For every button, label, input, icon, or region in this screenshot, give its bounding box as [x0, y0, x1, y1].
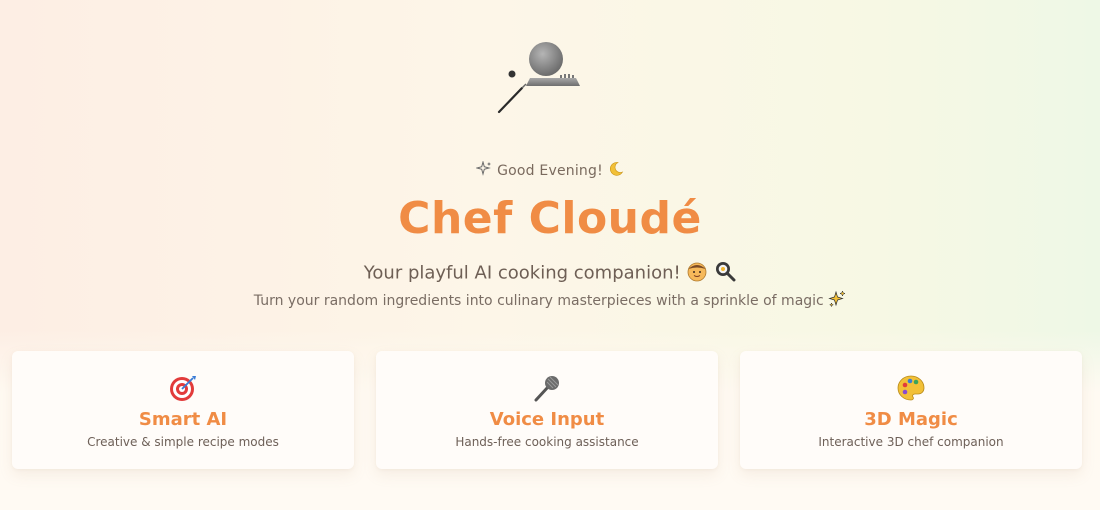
chef-face-icon [686, 260, 708, 287]
chef-3d-icon[interactable] [494, 36, 590, 118]
target-icon [12, 373, 354, 401]
frying-pan-icon [714, 260, 736, 287]
palette-icon [740, 373, 1082, 401]
tagline: Turn your random ingredients into culina… [0, 290, 1100, 312]
sparkles-icon [828, 290, 846, 312]
feature-title: Smart AI [138, 409, 228, 430]
feature-title: Voice Input [489, 409, 605, 430]
microphone-icon [376, 373, 718, 402]
greeting: Good Evening! [0, 160, 1100, 181]
subtitle-text: Your playful AI cooking companion! [363, 262, 681, 284]
feature-card-voice-input[interactable]: Voice Input Hands-free cooking assistanc… [376, 351, 718, 469]
feature-card-3d-magic[interactable]: 3D Magic Interactive 3D chef companion [740, 351, 1082, 469]
page-title: Chef Cloudé [398, 193, 702, 244]
feature-description: Hands-free cooking assistance [455, 435, 639, 449]
feature-description: Creative & simple recipe modes [87, 435, 279, 449]
sparkles-icon [475, 160, 492, 181]
subtitle: Your playful AI cooking companion! [0, 260, 1100, 287]
tagline-text: Turn your random ingredients into culina… [253, 293, 824, 309]
feature-title: 3D Magic [864, 409, 958, 430]
feature-cards: Smart AI Creative & simple recipe modes … [12, 351, 1086, 471]
hero-section: Good Evening! Chef Cloudé Your playful A… [0, 0, 1100, 340]
feature-description: Interactive 3D chef companion [818, 435, 1004, 449]
crescent-moon-icon [608, 161, 624, 181]
feature-card-smart-ai[interactable]: Smart AI Creative & simple recipe modes [12, 351, 354, 469]
greeting-text: Good Evening! [497, 163, 603, 179]
